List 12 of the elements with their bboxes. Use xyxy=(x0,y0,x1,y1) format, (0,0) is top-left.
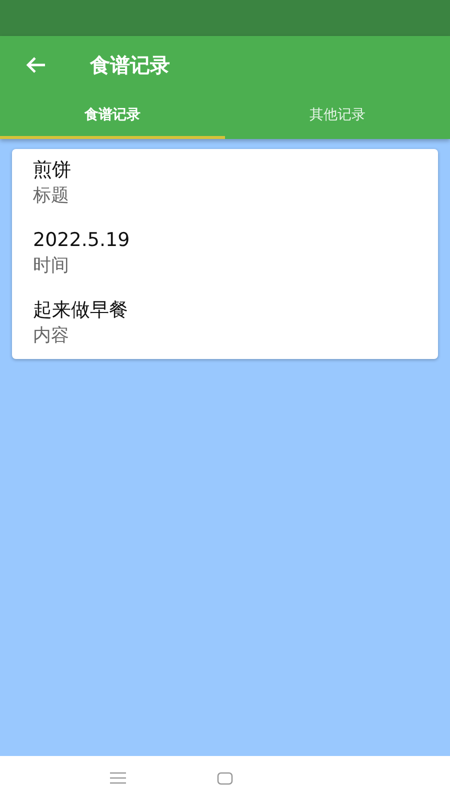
field-value: 煎饼 xyxy=(33,158,72,183)
back-arrow-icon xyxy=(25,56,47,74)
field-label: 时间 xyxy=(33,254,70,278)
field-label: 标题 xyxy=(33,184,70,208)
field-value: 2022.5.19 xyxy=(33,228,131,253)
tab[interactable]: 食谱记录 xyxy=(0,94,225,139)
field-label: 内容 xyxy=(33,324,70,348)
home-icon[interactable] xyxy=(217,772,233,785)
tab[interactable]: 其他记录 xyxy=(225,94,450,139)
menu-icon[interactable] xyxy=(110,772,126,784)
page-title: 食谱记录 xyxy=(90,52,170,78)
field-value: 起来做早餐 xyxy=(33,298,129,323)
